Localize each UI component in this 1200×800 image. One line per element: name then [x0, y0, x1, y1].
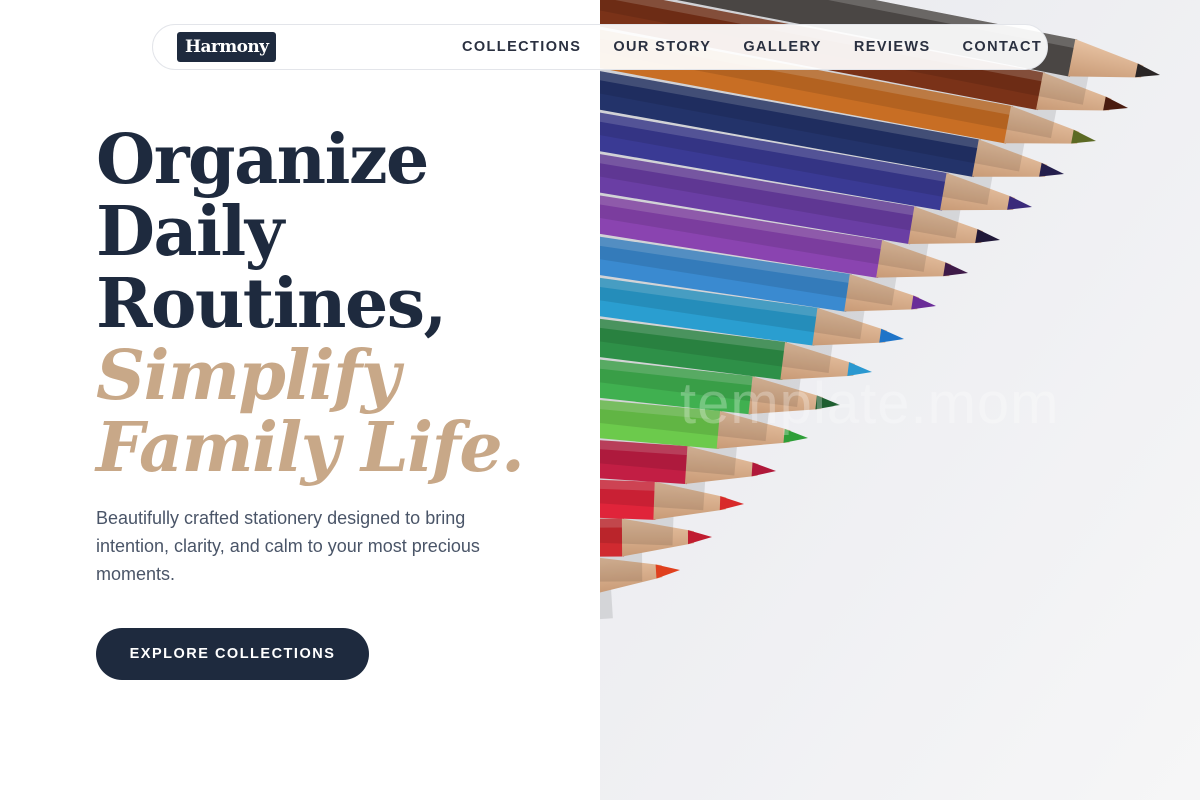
- headline-line-3: Routines,: [96, 264, 447, 344]
- headline-accent-line-1: Simplify: [96, 336, 400, 416]
- explore-collections-button[interactable]: EXPLORE COLLECTIONS: [96, 628, 369, 680]
- nav-link-our-story[interactable]: OUR STORY: [613, 39, 711, 55]
- hero-description: Beautifully crafted stationery designed …: [96, 508, 480, 584]
- nav-link-collections[interactable]: COLLECTIONS: [462, 39, 581, 55]
- top-navbar: Harmony COLLECTIONS OUR STORY GALLERY RE…: [152, 24, 1048, 70]
- nav-link-gallery[interactable]: GALLERY: [743, 39, 822, 55]
- nav-link-reviews[interactable]: REVIEWS: [854, 39, 931, 55]
- brand-logo[interactable]: Harmony: [177, 32, 277, 62]
- headline-accent-line-2: Family Life.: [96, 408, 525, 488]
- hero-headline: Organize Daily Routines, Simplify Family…: [96, 124, 576, 484]
- nav-link-contact[interactable]: CONTACT: [963, 39, 1043, 55]
- headline-line-1: Organize: [96, 120, 429, 200]
- nav-links: COLLECTIONS OUR STORY GALLERY REVIEWS CO…: [462, 25, 1042, 69]
- headline-line-2: Daily: [96, 192, 284, 272]
- image-watermark: template.mom: [680, 371, 1060, 436]
